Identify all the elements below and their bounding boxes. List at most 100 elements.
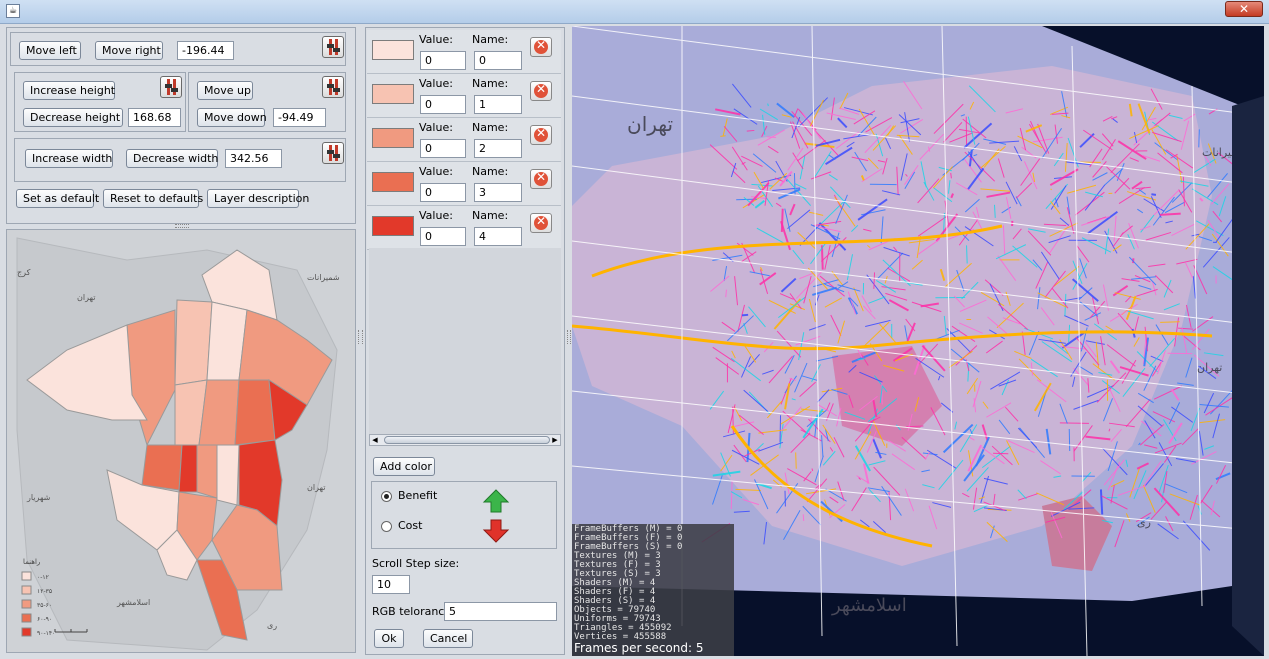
move-up-button[interactable]: Move up xyxy=(197,81,253,100)
color-classes-panel: Value:Name:00Value:Name:01Value:Name:02V… xyxy=(365,27,565,655)
road-segment xyxy=(741,313,749,317)
layer-description-button[interactable]: Layer description xyxy=(207,189,309,208)
rgb-tolerance-label: RGB telorance: xyxy=(372,605,455,618)
scroll-left-icon[interactable]: ◀ xyxy=(370,435,380,445)
application-window: ☕ ✕ Move left Move right -196.44 Increas… xyxy=(0,0,1269,659)
view-label-tehran-east: تهران xyxy=(1197,361,1222,374)
delete-color-icon[interactable] xyxy=(530,213,552,233)
slider-adjust-icon[interactable] xyxy=(160,76,182,98)
road-segment xyxy=(1159,212,1181,216)
delete-color-icon[interactable] xyxy=(530,37,552,57)
class-value-field[interactable]: 0 xyxy=(420,51,466,70)
legend-swatch xyxy=(21,599,32,609)
rgb-tolerance-field[interactable]: 5 xyxy=(444,602,557,621)
splitter-handle[interactable] xyxy=(567,330,571,344)
legend-item: ۹۰-۱۴۰ xyxy=(37,630,55,637)
value-label: Value: xyxy=(419,165,453,178)
height-field[interactable]: 168.68 xyxy=(128,108,181,127)
color-class-row: Value: Name: 0 1 xyxy=(367,74,561,118)
class-value-field[interactable]: 0 xyxy=(420,227,466,246)
legend-swatch xyxy=(21,613,32,623)
class-value-field[interactable]: 0 xyxy=(420,183,466,202)
reset-to-defaults-button[interactable]: Reset to defaults xyxy=(103,189,203,208)
cancel-button[interactable]: Cancel xyxy=(423,629,473,648)
slider-adjust-icon[interactable] xyxy=(322,36,344,58)
scroll-step-field[interactable]: 10 xyxy=(372,575,410,594)
value-label: Value: xyxy=(419,33,453,46)
color-swatch[interactable] xyxy=(372,84,414,104)
cost-radio[interactable] xyxy=(381,521,392,532)
value-label: Value: xyxy=(419,77,453,90)
class-value-field[interactable]: 0 xyxy=(420,139,466,158)
map-label-east: تهران xyxy=(307,483,325,492)
slider-adjust-icon[interactable] xyxy=(322,76,344,98)
set-as-default-button[interactable]: Set as default xyxy=(16,189,99,208)
district-14 xyxy=(216,444,240,506)
class-name-field[interactable]: 2 xyxy=(474,139,522,158)
list-empty-area xyxy=(369,248,561,434)
vertical-offset-field[interactable]: -94.49 xyxy=(273,108,326,127)
map-label-tehran: تهران xyxy=(77,293,95,302)
scroll-right-icon[interactable]: ▶ xyxy=(550,435,560,445)
ok-button[interactable]: Ok xyxy=(374,629,404,648)
criterion-type-group: Benefit Cost xyxy=(371,481,557,549)
scroll-step-label: Scroll Step size: xyxy=(372,557,460,570)
benefit-label: Benefit xyxy=(398,489,438,502)
delete-color-icon[interactable] xyxy=(530,169,552,189)
height-group: Increase height Decrease height 168.68 xyxy=(14,72,186,132)
move-right-button[interactable]: Move right xyxy=(95,41,163,60)
horizontal-scrollbar[interactable]: ◀ ▶ xyxy=(369,434,561,446)
class-name-field[interactable]: 0 xyxy=(474,51,522,70)
color-swatch[interactable] xyxy=(372,128,414,148)
slider-adjust-icon[interactable] xyxy=(322,142,344,164)
road-segment xyxy=(820,245,824,270)
close-button[interactable]: ✕ xyxy=(1225,1,1263,17)
move-down-button[interactable]: Move down xyxy=(197,108,267,127)
move-left-button[interactable]: Move left xyxy=(19,41,81,60)
java-icon: ☕ xyxy=(6,4,20,18)
title-bar[interactable]: ☕ ✕ xyxy=(0,0,1269,24)
name-label: Name: xyxy=(472,121,509,134)
splitter-handle[interactable] xyxy=(175,224,189,228)
width-field[interactable]: 342.56 xyxy=(225,149,282,168)
class-name-field[interactable]: 4 xyxy=(474,227,522,246)
name-label: Name: xyxy=(472,209,509,222)
choropleth-map-panel: شمیرانات تهران کرج شهریار اسلامشهر تهران… xyxy=(6,229,356,653)
increase-height-button[interactable]: Increase height xyxy=(23,81,115,100)
color-class-row: Value: Name: 0 0 xyxy=(367,30,561,74)
road-segment xyxy=(811,468,814,472)
scroll-thumb[interactable] xyxy=(384,436,550,444)
map-label-karaj: کرج xyxy=(17,268,31,277)
road-segment xyxy=(873,272,876,289)
class-value-field[interactable]: 0 xyxy=(420,95,466,114)
road-segment xyxy=(746,129,755,132)
increase-width-button[interactable]: Increase width xyxy=(25,149,113,168)
horizontal-offset-field[interactable]: -196.44 xyxy=(177,41,234,60)
map-label-rey: ری xyxy=(267,621,277,630)
width-group: Increase width Decrease width 342.56 xyxy=(14,138,346,182)
decrease-height-button[interactable]: Decrease height xyxy=(23,108,123,127)
decrease-width-button[interactable]: Decrease width xyxy=(126,149,218,168)
road-segment xyxy=(780,208,784,232)
delete-color-icon[interactable] xyxy=(530,125,552,145)
color-swatch[interactable] xyxy=(372,172,414,192)
add-color-button[interactable]: Add color xyxy=(373,457,435,476)
legend-swatch xyxy=(21,585,32,595)
road-segment xyxy=(725,289,727,298)
legend-item: ۰-۱۲ xyxy=(37,574,49,581)
splitter-handle[interactable] xyxy=(358,330,363,344)
name-label: Name: xyxy=(472,165,509,178)
legend-swatch xyxy=(21,571,32,581)
name-label: Name: xyxy=(472,33,509,46)
color-swatch[interactable] xyxy=(372,216,414,236)
color-swatch[interactable] xyxy=(372,40,414,60)
benefit-radio[interactable] xyxy=(381,491,392,502)
view-label-islamshahr: اسلامشهر xyxy=(831,595,907,616)
district-12 xyxy=(178,444,198,493)
delete-color-icon[interactable] xyxy=(530,81,552,101)
cost-label: Cost xyxy=(398,519,423,532)
class-name-field[interactable]: 1 xyxy=(474,95,522,114)
legend-item: ۳۵-۶۰ xyxy=(37,602,52,609)
view-label-tehran: تهران xyxy=(627,112,673,136)
class-name-field[interactable]: 3 xyxy=(474,183,522,202)
